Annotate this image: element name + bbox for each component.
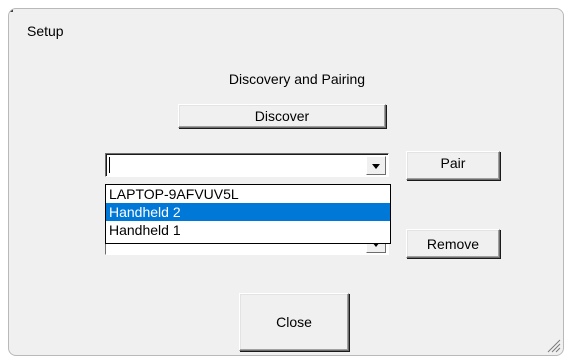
dropdown-option-handheld-1[interactable]: Handheld 1 bbox=[106, 221, 390, 239]
window-corner-mark bbox=[9, 9, 13, 12]
dropdown-option-handheld-2[interactable]: Handheld 2 bbox=[106, 203, 390, 221]
dropdown-option-laptop[interactable]: LAPTOP-9AFVUV5L bbox=[106, 185, 390, 203]
text-caret bbox=[109, 157, 110, 173]
discover-button[interactable]: Discover bbox=[178, 104, 386, 128]
remove-button[interactable]: Remove bbox=[406, 229, 500, 258]
discovery-pairing-label: Discovery and Pairing bbox=[228, 71, 366, 87]
chevron-down-icon bbox=[372, 164, 380, 169]
device-dropdown-list: LAPTOP-9AFVUV5L Handheld 2 Handheld 1 bbox=[105, 184, 391, 244]
close-button[interactable]: Close bbox=[239, 293, 349, 351]
device-combobox-dropdown-button[interactable] bbox=[366, 156, 386, 175]
device-combobox[interactable] bbox=[105, 153, 389, 177]
pair-button[interactable]: Pair bbox=[406, 151, 500, 180]
dialog-title: Setup bbox=[27, 23, 64, 39]
setup-dialog: Setup Discovery and Pairing Discover Pai… bbox=[8, 8, 564, 356]
resize-grip-icon[interactable] bbox=[545, 337, 561, 353]
